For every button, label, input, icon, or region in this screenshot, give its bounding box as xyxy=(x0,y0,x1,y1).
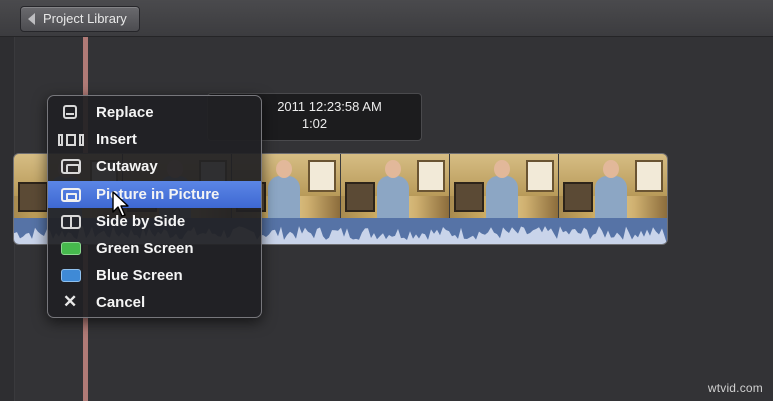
menu-item-label: Replace xyxy=(96,104,154,121)
menu-item-label: Green Screen xyxy=(96,239,194,257)
menu-item-label: Cutaway xyxy=(96,158,158,176)
menu-item-side-by-side[interactable]: Side by Side xyxy=(48,208,261,235)
clip-frame xyxy=(341,154,450,218)
cancel-icon: ✕ xyxy=(63,292,78,312)
watermark-text: wtvid.com xyxy=(707,381,763,395)
project-library-button[interactable]: Project Library xyxy=(20,6,140,32)
cutaway-icon xyxy=(61,159,81,175)
project-library-label: Project Library xyxy=(43,11,127,26)
menu-item-label: Side by Side xyxy=(96,212,186,230)
menu-item-cancel[interactable]: ✕ Cancel xyxy=(48,289,261,316)
clip-frame xyxy=(450,154,559,218)
top-toolbar: Project Library xyxy=(0,0,773,37)
menu-item-label: Insert xyxy=(96,131,137,149)
menu-item-blue-screen[interactable]: Blue Screen xyxy=(48,262,261,289)
picture-in-picture-icon xyxy=(61,187,81,202)
menu-item-cutaway[interactable]: Cutaway xyxy=(48,153,261,180)
menu-item-label: Blue Screen xyxy=(96,267,183,285)
menu-item-label: Cancel xyxy=(96,294,146,312)
insert-icon xyxy=(58,134,84,147)
green-screen-icon xyxy=(61,241,81,255)
menu-item-insert[interactable]: Insert xyxy=(48,126,261,153)
replace-icon xyxy=(63,105,77,119)
blue-screen-icon xyxy=(61,269,81,283)
back-arrow-icon xyxy=(28,13,35,25)
context-menu: Replace Insert Cutaway Picture in Pictur… xyxy=(47,95,262,318)
menu-item-picture-in-picture[interactable]: Picture in Picture xyxy=(48,180,261,208)
menu-item-green-screen[interactable]: Green Screen xyxy=(48,235,261,262)
menu-item-replace[interactable]: Replace xyxy=(48,99,261,126)
side-by-side-icon xyxy=(61,214,81,229)
mouse-pointer-icon xyxy=(112,191,129,217)
clip-frame xyxy=(559,154,667,218)
